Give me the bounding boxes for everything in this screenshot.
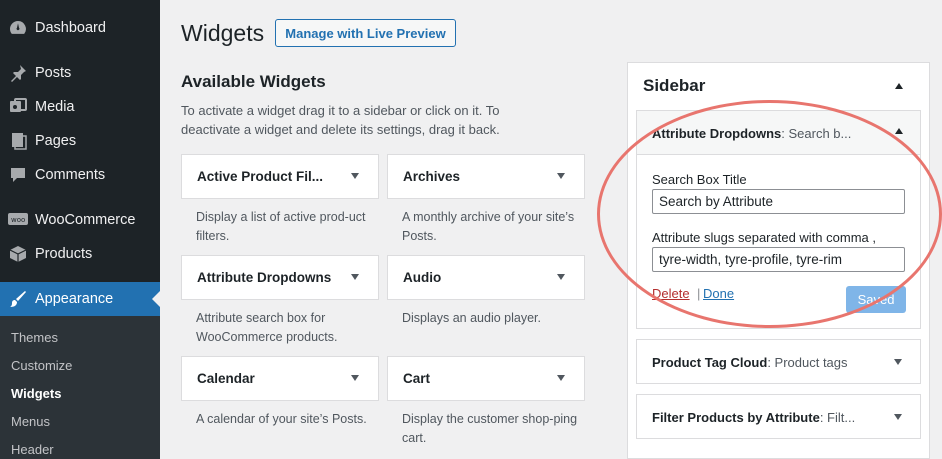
brush-icon [8,289,28,309]
caret-down-icon[interactable] [557,375,565,381]
widget-product-tag-cloud[interactable]: Product Tag Cloud: Product tags [636,339,921,384]
caret-down-icon[interactable] [351,375,359,381]
widget-description: A calendar of your site’s Posts. [196,412,367,426]
caret-down-icon[interactable] [351,173,359,179]
attribute-slugs-input[interactable] [652,247,905,272]
widget-title: Archives [403,169,461,184]
search-box-title-label: Search Box Title [652,172,747,187]
dashboard-icon [8,18,28,38]
submenu-item-customize[interactable]: Customize [11,358,72,373]
caret-down-icon[interactable] [557,274,565,280]
widget-card-active-product-filters[interactable]: Active Product Fil... [181,154,379,199]
widget-title: Filter Products by Attribute: Filt... [652,410,856,425]
live-preview-button[interactable]: Manage with Live Preview [275,19,456,47]
widget-card-attribute-dropdowns[interactable]: Attribute Dropdowns [181,255,379,300]
delete-link[interactable]: Delete [652,286,690,301]
saved-button[interactable]: Saved [846,286,906,313]
widget-card-calendar[interactable]: Calendar [181,356,379,401]
appearance-submenu: Themes Customize Widgets Menus Header [0,316,160,459]
widget-title: Attribute Dropdowns: Search b... [652,126,852,141]
available-widgets-heading: Available Widgets [181,72,326,91]
widget-subtitle: : Search b... [781,126,852,141]
widget-title: Calendar [197,371,255,386]
available-widgets-description: To activate a widget drag it to a sideba… [181,103,500,137]
widget-title: Product Tag Cloud: Product tags [652,355,848,370]
caret-down-icon[interactable] [894,359,902,365]
caret-up-icon[interactable] [895,128,903,134]
page-title: Widgets [181,20,265,46]
widget-description: Attribute search box for WooCommerce pro… [196,311,338,344]
menu-item-media[interactable]: Media [0,90,160,124]
search-box-title-input[interactable] [652,189,905,214]
menu-label: Comments [35,167,106,183]
media-icon [8,97,28,117]
box-icon [8,244,28,264]
widget-description: Display the customer shop-ping cart. [402,412,578,445]
sidebar-title: Sidebar [643,76,706,95]
widget-description: Display a list of active prod-uct filter… [196,210,366,243]
done-link[interactable]: Done [703,286,734,301]
menu-label: Pages [35,133,77,149]
menu-item-appearance[interactable]: Appearance [0,282,160,316]
widget-filter-products-by-attribute[interactable]: Filter Products by Attribute: Filt... [636,394,921,439]
widget-card-cart[interactable]: Cart [387,356,585,401]
link-separator: | [697,286,701,301]
menu-label: Posts [35,65,72,81]
widget-description: A monthly archive of your site’s Posts. [402,210,575,243]
widget-header[interactable]: Attribute Dropdowns: Search b... [637,111,920,155]
menu-item-dashboard[interactable]: Dashboard [0,11,160,45]
caret-down-icon[interactable] [557,173,565,179]
menu-item-comments[interactable]: Comments [0,158,160,192]
widget-card-archives[interactable]: Archives [387,154,585,199]
widget-title: Attribute Dropdowns [197,270,332,285]
menu-item-products[interactable]: Products [0,237,160,271]
widget-title: Active Product Fil... [197,169,324,184]
submenu-item-themes[interactable]: Themes [11,330,58,345]
widget-title: Cart [403,371,431,386]
menu-label: WooCommerce [35,212,136,228]
comment-icon [8,165,28,185]
menu-item-pages[interactable]: Pages [0,124,160,158]
widget-card-audio[interactable]: Audio [387,255,585,300]
caret-up-icon[interactable] [895,83,903,89]
attribute-slugs-label: Attribute slugs separated with comma , [652,230,876,245]
woo-icon: woo [8,210,28,230]
widget-subtitle: : Product tags [767,355,848,370]
menu-label: Appearance [35,291,114,307]
menu-label: Dashboard [35,20,106,36]
widget-subtitle: : Filt... [819,410,856,425]
menu-item-woocommerce[interactable]: woo WooCommerce [0,203,160,237]
menu-label: Products [35,246,93,262]
submenu-item-header[interactable]: Header [11,442,54,457]
menu-item-posts[interactable]: Posts [0,56,160,90]
widget-description: Displays an audio player. [402,311,541,325]
widget-title: Audio [403,270,442,285]
admin-menu: Dashboard Posts Media Pages Comments woo… [0,0,160,459]
pages-icon [8,131,28,151]
caret-down-icon[interactable] [351,274,359,280]
svg-text:woo: woo [11,216,25,224]
caret-down-icon[interactable] [894,414,902,420]
menu-label: Media [35,99,75,115]
submenu-item-widgets[interactable]: Widgets [11,386,61,401]
submenu-item-menus[interactable]: Menus [11,414,50,429]
pin-icon [8,63,28,83]
